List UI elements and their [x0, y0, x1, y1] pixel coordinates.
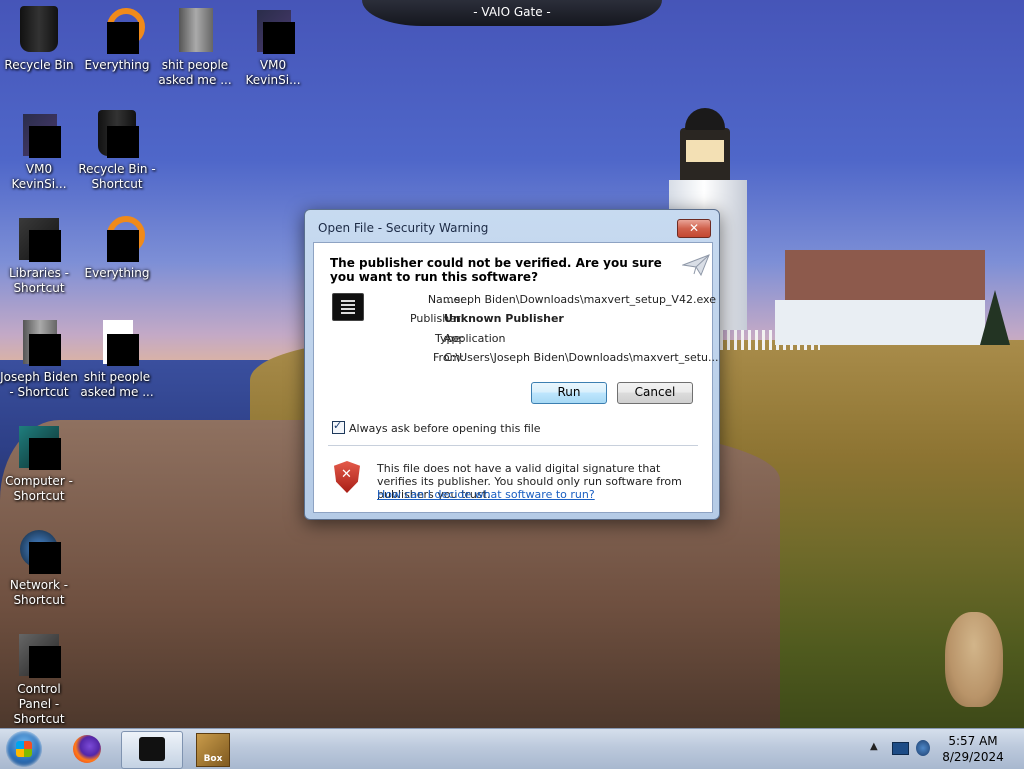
run-button[interactable]: Run — [531, 382, 607, 404]
desktop-icon-network-shortcut[interactable]: Network - Shortcut — [0, 526, 78, 608]
taskbar-clock[interactable]: 5:57 AM 8/29/2024 — [930, 733, 1016, 765]
desktop-icon-label: Everything — [84, 266, 150, 280]
recycle-bin-icon — [139, 737, 165, 761]
dialog-body: The publisher could not be verified. Are… — [313, 242, 719, 513]
desktop-icon-shit-people-2[interactable]: shit people asked me ... — [78, 318, 156, 400]
desktop-icon-recycle-bin[interactable]: Recycle Bin — [0, 6, 78, 73]
security-shield-icon — [334, 461, 360, 493]
box-app-icon: Box — [196, 733, 230, 767]
help-link[interactable]: How can I decide what software to run? — [377, 488, 595, 501]
redacted-box — [29, 230, 61, 262]
property-value: C:\Users\Joseph Biden\Downloads\maxvert_… — [444, 351, 719, 364]
redacted-box — [263, 22, 295, 54]
desktop-icon-label: shit people asked me ... — [80, 370, 154, 399]
gopher-gadget[interactable] — [945, 612, 1003, 707]
desktop-icon-label: Recycle Bin — [4, 58, 74, 72]
start-button[interactable] — [6, 731, 42, 767]
taskbar-firefox[interactable] — [62, 731, 114, 767]
property-value: ...seph Biden\Downloads\maxvert_setup_V4… — [444, 293, 716, 306]
wallpaper-house-front — [775, 300, 985, 345]
desktop-icon-vm0-2[interactable]: VM0 KevinSi... — [0, 110, 78, 192]
taskbar-recycle-bin[interactable] — [121, 731, 183, 769]
vaio-gate-title: - VAIO Gate - — [473, 5, 551, 19]
redacted-box — [29, 126, 61, 158]
always-ask-label: Always ask before opening this file — [349, 422, 541, 435]
property-value: Unknown Publisher — [444, 312, 564, 325]
security-warning-dialog[interactable]: Open File - Security Warning ✕ The publi… — [304, 209, 720, 520]
desktop-icon-label: VM0 KevinSi... — [11, 162, 67, 191]
desktop-icon-label: Recycle Bin - Shortcut — [78, 162, 156, 191]
redacted-box — [107, 230, 139, 262]
desktop-icon-control-panel-shortcut[interactable]: Control Panel - Shortcut — [0, 630, 78, 727]
wallpaper-lantern-cap — [685, 108, 725, 130]
desktop-icon-shit-people-1[interactable]: shit people asked me ... — [156, 6, 234, 88]
desktop-icon-label: Computer - Shortcut — [5, 474, 73, 503]
redacted-box — [29, 334, 61, 366]
vaio-gate-gadget[interactable]: - VAIO Gate - — [362, 0, 662, 26]
desktop-icon-label: Network - Shortcut — [9, 578, 69, 607]
firefox-icon — [73, 735, 101, 763]
redacted-box — [107, 126, 139, 158]
display-tray-icon[interactable] — [892, 742, 909, 755]
taskbar: Box ▲ 5:57 AM 8/29/2024 — [0, 728, 1024, 769]
desktop-icon-joseph-biden-shortcut[interactable]: Joseph Biden - Shortcut — [0, 318, 78, 400]
desktop-icon-label: Joseph Biden - Shortcut — [0, 370, 78, 399]
dialog-divider — [328, 445, 698, 446]
redacted-box — [29, 438, 61, 470]
paper-plane-icon — [682, 254, 710, 277]
desktop-icon-libraries-shortcut[interactable]: Libraries - Shortcut — [0, 214, 78, 296]
desktop-icon-label: shit people asked me ... — [158, 58, 232, 87]
desktop-icon-label: Everything — [84, 58, 150, 72]
redacted-box — [107, 22, 139, 54]
desktop-icon-label: Control Panel - Shortcut — [13, 682, 65, 726]
desktop-icon-vm0-1[interactable]: VM0 KevinSi... — [234, 6, 312, 88]
cancel-button[interactable]: Cancel — [617, 382, 693, 404]
desktop-icon-recycle-bin-shortcut[interactable]: Recycle Bin - Shortcut — [78, 110, 156, 192]
desktop-icon-everything-2[interactable]: Everything — [78, 214, 156, 281]
taskbar-box-app[interactable]: Box — [188, 731, 238, 767]
redacted-box — [29, 542, 61, 574]
desktop-icon-label: Libraries - Shortcut — [9, 266, 69, 295]
wallpaper-lantern-glass — [686, 140, 724, 162]
desktop-icon-everything[interactable]: Everything — [78, 6, 156, 73]
always-ask-checkbox[interactable] — [332, 419, 345, 434]
clock-date: 8/29/2024 — [942, 750, 1004, 764]
show-hidden-icons-arrow[interactable]: ▲ — [870, 741, 878, 752]
desktop-icon-computer-shortcut[interactable]: Computer - Shortcut — [0, 422, 78, 504]
folder-icon — [179, 8, 213, 52]
executable-file-icon — [332, 293, 364, 321]
dialog-title: Open File - Security Warning — [318, 221, 489, 235]
box-app-label: Box — [203, 754, 223, 764]
property-value: Application — [444, 332, 506, 345]
clock-time: 5:57 AM — [948, 734, 998, 748]
redacted-box — [107, 334, 139, 366]
redacted-box — [29, 646, 61, 678]
close-icon: ✕ — [688, 221, 700, 235]
always-ask-row[interactable]: Always ask before opening this file — [332, 419, 541, 435]
network-tray-icon[interactable] — [916, 740, 930, 756]
dialog-close-button[interactable]: ✕ — [677, 219, 711, 238]
recycle-bin-icon — [20, 6, 58, 52]
dialog-question: The publisher could not be verified. Are… — [330, 256, 662, 284]
desktop-icon-label: VM0 KevinSi... — [245, 58, 301, 87]
